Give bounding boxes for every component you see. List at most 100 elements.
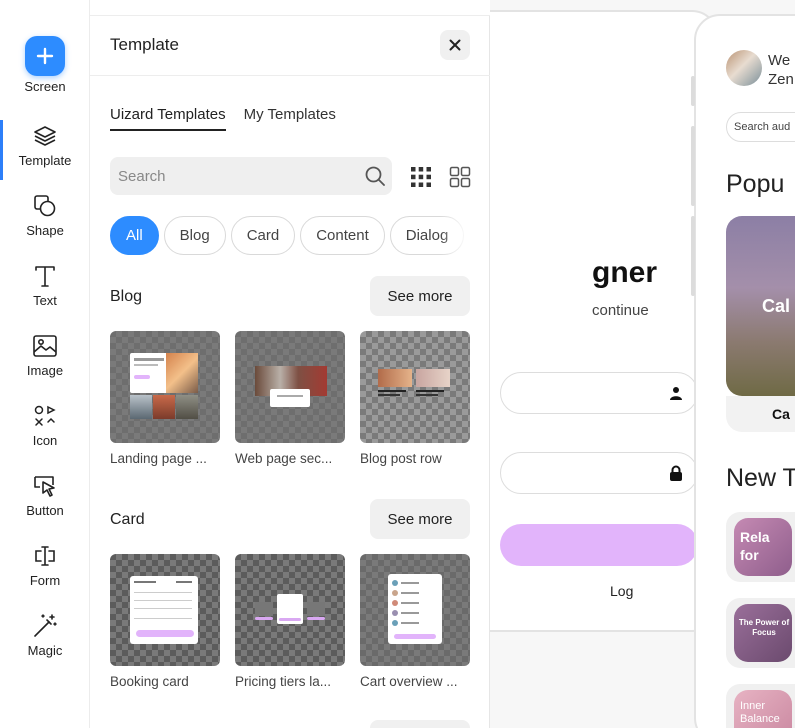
template-card[interactable]: Booking card	[110, 554, 220, 689]
list-item[interactable]: The Power of Focus	[726, 598, 795, 668]
see-more-partial-button[interactable]	[370, 720, 470, 728]
list-item-thumb: Inner Balance	[734, 690, 792, 728]
screen1-login-button[interactable]	[500, 524, 698, 566]
chip-card[interactable]: Card	[230, 216, 296, 255]
grid-large-icon[interactable]	[449, 166, 471, 188]
form-icon	[31, 542, 59, 570]
template-card[interactable]: Landing page ...	[110, 331, 220, 466]
template-card-caption: Web page sec...	[235, 451, 333, 466]
tool-magic[interactable]: Magic	[0, 612, 90, 674]
greeting-line1: We	[768, 52, 791, 69]
tool-button[interactable]: Button	[0, 472, 90, 534]
plus-icon	[25, 36, 65, 76]
screen1-subtitle: continue	[592, 302, 649, 319]
template-tabs: Uizard Templates My Templates	[110, 106, 336, 131]
list-item-title: Rela for	[740, 529, 770, 563]
template-card-caption: Cart overview ...	[360, 674, 458, 689]
screen1-heading: gner	[592, 256, 658, 289]
list-item[interactable]: Rela for	[726, 512, 795, 582]
template-thumbnail	[360, 554, 470, 666]
tool-label: Button	[26, 503, 64, 518]
text-icon	[31, 262, 59, 290]
left-toolbar: Screen Template Shape Text Image Icon Bu…	[0, 0, 90, 728]
shape-icon	[31, 192, 59, 220]
screen1-email-field[interactable]	[500, 372, 698, 414]
see-more-card-button[interactable]: See more	[370, 499, 470, 539]
template-card[interactable]: Web page sec...	[235, 331, 345, 466]
see-more-blog-button[interactable]: See more	[370, 276, 470, 316]
grid-small-icon[interactable]	[410, 166, 432, 188]
tool-label: Text	[33, 293, 57, 308]
icons-icon	[31, 402, 59, 430]
list-item-thumb: The Power of Focus	[734, 604, 792, 662]
template-card[interactable]: Pricing tiers la...	[235, 554, 345, 689]
screen-meditation-home[interactable]: We Zen Search aud Popu Cal Ca New T Rela…	[691, 14, 795, 728]
uizard-editor: gner continue Log We Zen Search aud Popu…	[0, 0, 795, 728]
list-item[interactable]: Inner Balance	[726, 684, 795, 728]
close-button[interactable]	[440, 30, 470, 60]
template-thumbnail	[110, 554, 220, 666]
tool-label: Shape	[26, 223, 64, 238]
template-card-caption: Pricing tiers la...	[235, 674, 332, 689]
template-search	[110, 157, 392, 195]
tool-label: Screen	[24, 79, 66, 94]
close-icon	[449, 39, 461, 51]
new-heading: New T	[726, 464, 795, 492]
featured-caption: Ca	[772, 406, 790, 422]
template-card-caption: Landing page ...	[110, 451, 207, 466]
template-thumbnail	[235, 331, 345, 443]
tool-shape[interactable]: Shape	[0, 192, 90, 254]
template-card-caption: Blog post row	[360, 451, 442, 466]
list-item-title: Inner Balance	[740, 700, 780, 725]
tool-label: Icon	[32, 433, 58, 448]
panel-header: Template	[90, 16, 490, 76]
template-card[interactable]: Cart overview ...	[360, 554, 470, 689]
panel-title: Template	[110, 35, 179, 54]
tool-image[interactable]: Image	[0, 332, 90, 394]
tool-text[interactable]: Text	[0, 262, 90, 324]
chips-fade	[440, 216, 470, 258]
template-thumbnail	[235, 554, 345, 666]
chip-all[interactable]: All	[110, 216, 159, 255]
list-item-thumb: Rela for	[734, 518, 792, 576]
template-card-caption: Booking card	[110, 674, 189, 689]
user-icon	[670, 387, 682, 400]
featured-card[interactable]: Cal	[726, 216, 795, 396]
tool-screen[interactable]: Screen	[0, 36, 90, 98]
tool-label: Magic	[27, 643, 63, 658]
template-panel: Template Uizard Templates My Templates S…	[90, 16, 490, 728]
template-card[interactable]: Blog post row	[360, 331, 470, 466]
template-thumbnail	[110, 331, 220, 443]
popular-heading: Popu	[726, 170, 785, 198]
lock-icon	[670, 465, 682, 481]
tool-icon[interactable]: Icon	[0, 402, 90, 464]
featured-label: Cal	[762, 296, 791, 316]
layers-icon	[31, 122, 59, 150]
greeting-line2: Zen	[768, 71, 794, 88]
chip-content[interactable]: Content	[300, 216, 385, 255]
screen1-login-label: Log	[610, 583, 634, 599]
avatar	[726, 50, 762, 86]
tool-template[interactable]: Template	[0, 120, 90, 184]
screen1-password-field[interactable]	[500, 452, 698, 494]
screen2-search[interactable]: Search aud	[726, 112, 795, 142]
template-thumbnail	[360, 331, 470, 443]
featured-caption-box: Ca	[726, 396, 795, 432]
chip-blog[interactable]: Blog	[163, 216, 226, 255]
pointer-icon	[31, 472, 59, 500]
top-strip	[90, 0, 490, 16]
tab-uizard-templates[interactable]: Uizard Templates	[110, 106, 226, 131]
tab-my-templates[interactable]: My Templates	[244, 106, 336, 131]
screen-login[interactable]: gner continue Log	[450, 10, 722, 632]
list-item-title: The Power of Focus	[738, 618, 790, 637]
tool-label: Form	[29, 573, 61, 588]
search-icon[interactable]	[364, 165, 386, 187]
search-input[interactable]	[110, 157, 360, 195]
section-title-card: Card	[110, 511, 145, 528]
image-icon	[31, 332, 59, 360]
tool-form[interactable]: Form	[0, 542, 90, 604]
tool-label: Image	[26, 363, 64, 378]
category-chips: All Blog Card Content Dialog	[110, 216, 470, 258]
magic-wand-icon	[31, 612, 59, 640]
tool-label: Template	[18, 153, 72, 168]
